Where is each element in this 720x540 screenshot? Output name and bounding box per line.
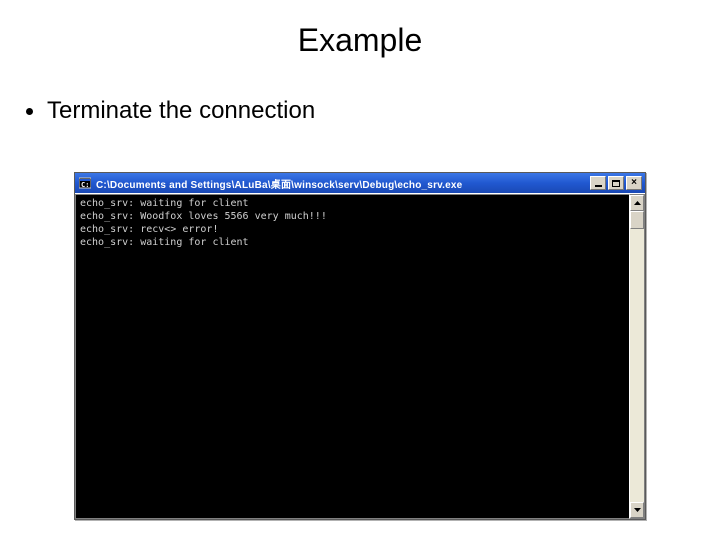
vertical-scrollbar[interactable] [629, 194, 645, 519]
scroll-thumb[interactable] [630, 211, 644, 229]
console-client-area: echo_srv: waiting for client echo_srv: W… [75, 193, 645, 519]
svg-text:C:: C: [81, 181, 89, 189]
console-window: C: C:\Documents and Settings\ALuBa\桌面\wi… [74, 172, 646, 520]
console-line: echo_srv: Woodfox loves 5566 very much!!… [80, 211, 327, 222]
console-line: echo_srv: waiting for client [80, 237, 249, 248]
scroll-track[interactable] [630, 211, 644, 502]
slide: Example Terminate the connection C: C:\D… [0, 0, 720, 540]
window-buttons: × [590, 176, 642, 190]
bullet-item: Terminate the connection [26, 97, 720, 125]
close-button[interactable]: × [626, 176, 642, 190]
console-line: echo_srv: waiting for client [80, 198, 249, 209]
console-output[interactable]: echo_srv: waiting for client echo_srv: W… [75, 194, 629, 519]
window-titlebar[interactable]: C: C:\Documents and Settings\ALuBa\桌面\wi… [75, 173, 645, 193]
bullet-dot-icon [26, 108, 33, 115]
minimize-button[interactable] [590, 176, 606, 190]
scroll-down-button[interactable] [630, 502, 644, 518]
console-line: echo_srv: recv<> error! [80, 224, 218, 235]
app-icon: C: [78, 176, 92, 190]
window-title: C:\Documents and Settings\ALuBa\桌面\winso… [96, 176, 590, 191]
slide-title: Example [0, 0, 720, 59]
scroll-up-button[interactable] [630, 195, 644, 211]
bullet-text: Terminate the connection [47, 97, 315, 125]
maximize-button[interactable] [608, 176, 624, 190]
